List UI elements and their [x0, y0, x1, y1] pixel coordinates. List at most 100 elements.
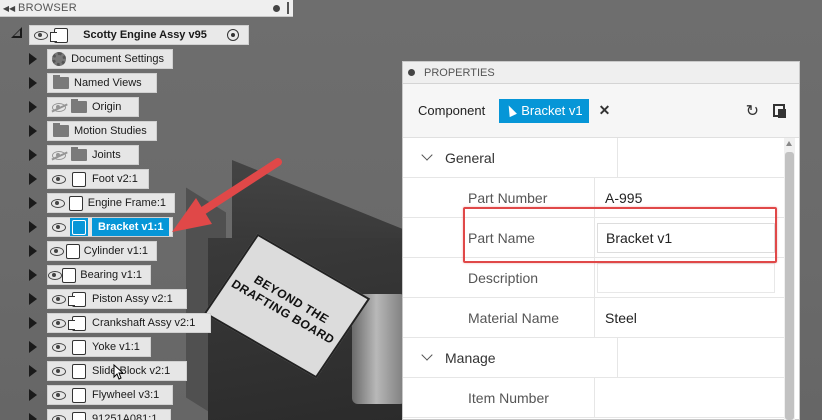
- section-manage[interactable]: Manage: [403, 338, 786, 378]
- selected-component-chip[interactable]: Bracket v1: [499, 98, 589, 123]
- tree-item-label: Engine Frame:1: [87, 197, 166, 209]
- tree-item[interactable]: Bracket v1:1: [47, 217, 173, 237]
- section-general-label: General: [445, 138, 618, 177]
- eye-hidden-icon[interactable]: [48, 98, 70, 116]
- expand-triangle-icon[interactable]: [29, 53, 37, 65]
- copy-icon[interactable]: [773, 104, 786, 118]
- tree-root-node[interactable]: Scotty Engine Assy v95: [29, 25, 249, 45]
- eye-icon[interactable]: [48, 410, 70, 420]
- expand-triangle-icon[interactable]: [29, 173, 37, 185]
- material-name-label: Material Name: [403, 298, 595, 337]
- row-description: Description: [403, 258, 786, 298]
- tree-item[interactable]: Named Views: [47, 73, 157, 93]
- scroll-up-icon[interactable]: [786, 141, 792, 146]
- scrollbar-thumb[interactable]: [785, 152, 794, 420]
- eye-icon[interactable]: [48, 362, 70, 380]
- expand-triangle-icon[interactable]: [29, 245, 37, 257]
- folder-icon: [70, 146, 88, 164]
- eye-icon[interactable]: [48, 194, 68, 212]
- tree-item[interactable]: Joints: [47, 145, 139, 165]
- eye-icon[interactable]: [30, 26, 52, 44]
- expand-triangle-icon[interactable]: [29, 389, 37, 401]
- component-icon: [70, 386, 88, 404]
- tree-item[interactable]: Motion Studies: [47, 121, 157, 141]
- eye-icon[interactable]: [48, 242, 65, 260]
- chevron-down-icon: [421, 348, 433, 361]
- eye-icon[interactable]: [48, 170, 70, 188]
- description-field[interactable]: [597, 262, 775, 293]
- assembly-icon: [68, 314, 88, 332]
- expand-triangle-icon[interactable]: [29, 269, 37, 281]
- expand-triangle-icon[interactable]: [29, 197, 37, 209]
- annotation-arrow-icon: [172, 158, 282, 232]
- tree-item-label: Bracket v1:1: [92, 218, 170, 236]
- expand-triangle-icon[interactable]: [29, 293, 37, 305]
- expand-triangle-icon[interactable]: [29, 77, 37, 89]
- properties-scrollbar[interactable]: [784, 138, 795, 420]
- tree-item[interactable]: Crankshaft Assy v2:1: [47, 313, 211, 333]
- tree-item-label: Slide Block v2:1: [92, 365, 171, 377]
- root-collapse-triangle-icon[interactable]: [11, 27, 22, 38]
- eye-icon[interactable]: [48, 266, 63, 284]
- tree-item-label: 91251A081:1: [92, 413, 158, 420]
- expand-triangle-icon[interactable]: [29, 221, 37, 233]
- expand-triangle-icon[interactable]: [29, 341, 37, 353]
- scope-label: Component: [418, 103, 486, 118]
- tree-item[interactable]: Origin: [47, 97, 139, 117]
- tree-item-label: Bearing v1:1: [80, 269, 142, 281]
- tree-item[interactable]: Flywheel v3:1: [47, 385, 173, 405]
- tree-item-label: Document Settings: [71, 53, 164, 65]
- component-icon: [62, 266, 77, 284]
- part-number-field[interactable]: A-995: [595, 190, 786, 206]
- tree-item[interactable]: 91251A081:1: [47, 409, 171, 420]
- cursor-icon: [505, 103, 518, 118]
- tree-item-label: Piston Assy v2:1: [92, 293, 173, 305]
- collapse-arrows-icon[interactable]: ◀◀: [0, 4, 18, 13]
- component-icon: [70, 218, 88, 236]
- tree-item[interactable]: Piston Assy v2:1: [47, 289, 187, 309]
- tree-item[interactable]: Cylinder v1:1: [47, 241, 157, 261]
- material-name-value: Steel: [605, 309, 637, 326]
- expand-triangle-icon[interactable]: [29, 125, 37, 137]
- expand-triangle-icon[interactable]: [29, 413, 37, 420]
- expand-triangle-icon[interactable]: [29, 101, 37, 113]
- selected-component-label: Bracket v1: [521, 103, 583, 118]
- eye-hidden-icon[interactable]: [48, 146, 70, 164]
- refresh-icon[interactable]: ↻: [746, 101, 759, 121]
- tree-item-label: Joints: [92, 149, 121, 161]
- expand-triangle-icon[interactable]: [29, 149, 37, 161]
- panel-dot-icon[interactable]: [273, 4, 280, 12]
- tree-item-label: Flywheel v3:1: [92, 389, 160, 401]
- eye-icon[interactable]: [48, 338, 70, 356]
- section-general[interactable]: General: [403, 138, 786, 178]
- tree-item-label: Named Views: [74, 77, 142, 89]
- eye-icon[interactable]: [48, 290, 70, 308]
- properties-toolbar: Component Bracket v1 ✕ ↻: [403, 84, 799, 138]
- tree-item[interactable]: Document Settings: [47, 49, 173, 69]
- tree-root-label: Scotty Engine Assy v95: [83, 29, 207, 41]
- browser-title: BROWSER: [18, 2, 77, 14]
- tree-item[interactable]: Bearing v1:1: [47, 265, 151, 285]
- eye-icon[interactable]: [48, 218, 70, 236]
- eye-icon[interactable]: [48, 314, 70, 332]
- expand-triangle-icon[interactable]: [29, 317, 37, 329]
- tree-item[interactable]: Engine Frame:1: [47, 193, 175, 213]
- assembly-icon: [50, 26, 70, 44]
- tree-item[interactable]: Yoke v1:1: [47, 337, 151, 357]
- folder-icon: [52, 122, 70, 140]
- tree-item-label: Crankshaft Assy v2:1: [92, 317, 196, 329]
- mouse-pointer-icon: [113, 364, 123, 380]
- component-icon: [65, 242, 80, 260]
- chevron-down-icon: [421, 148, 433, 161]
- folder-icon: [52, 74, 70, 92]
- activate-target-icon[interactable]: [224, 26, 242, 44]
- component-icon: [70, 338, 88, 356]
- expand-triangle-icon[interactable]: [29, 365, 37, 377]
- clear-selection-close-icon[interactable]: ✕: [599, 102, 611, 119]
- panel-pin-icon[interactable]: [287, 2, 289, 14]
- panel-dot-icon[interactable]: [408, 69, 415, 76]
- tree-item-label: Foot v2:1: [92, 173, 138, 185]
- annotation-highlight-box: [463, 207, 777, 263]
- eye-icon[interactable]: [48, 386, 70, 404]
- tree-item[interactable]: Foot v2:1: [47, 169, 149, 189]
